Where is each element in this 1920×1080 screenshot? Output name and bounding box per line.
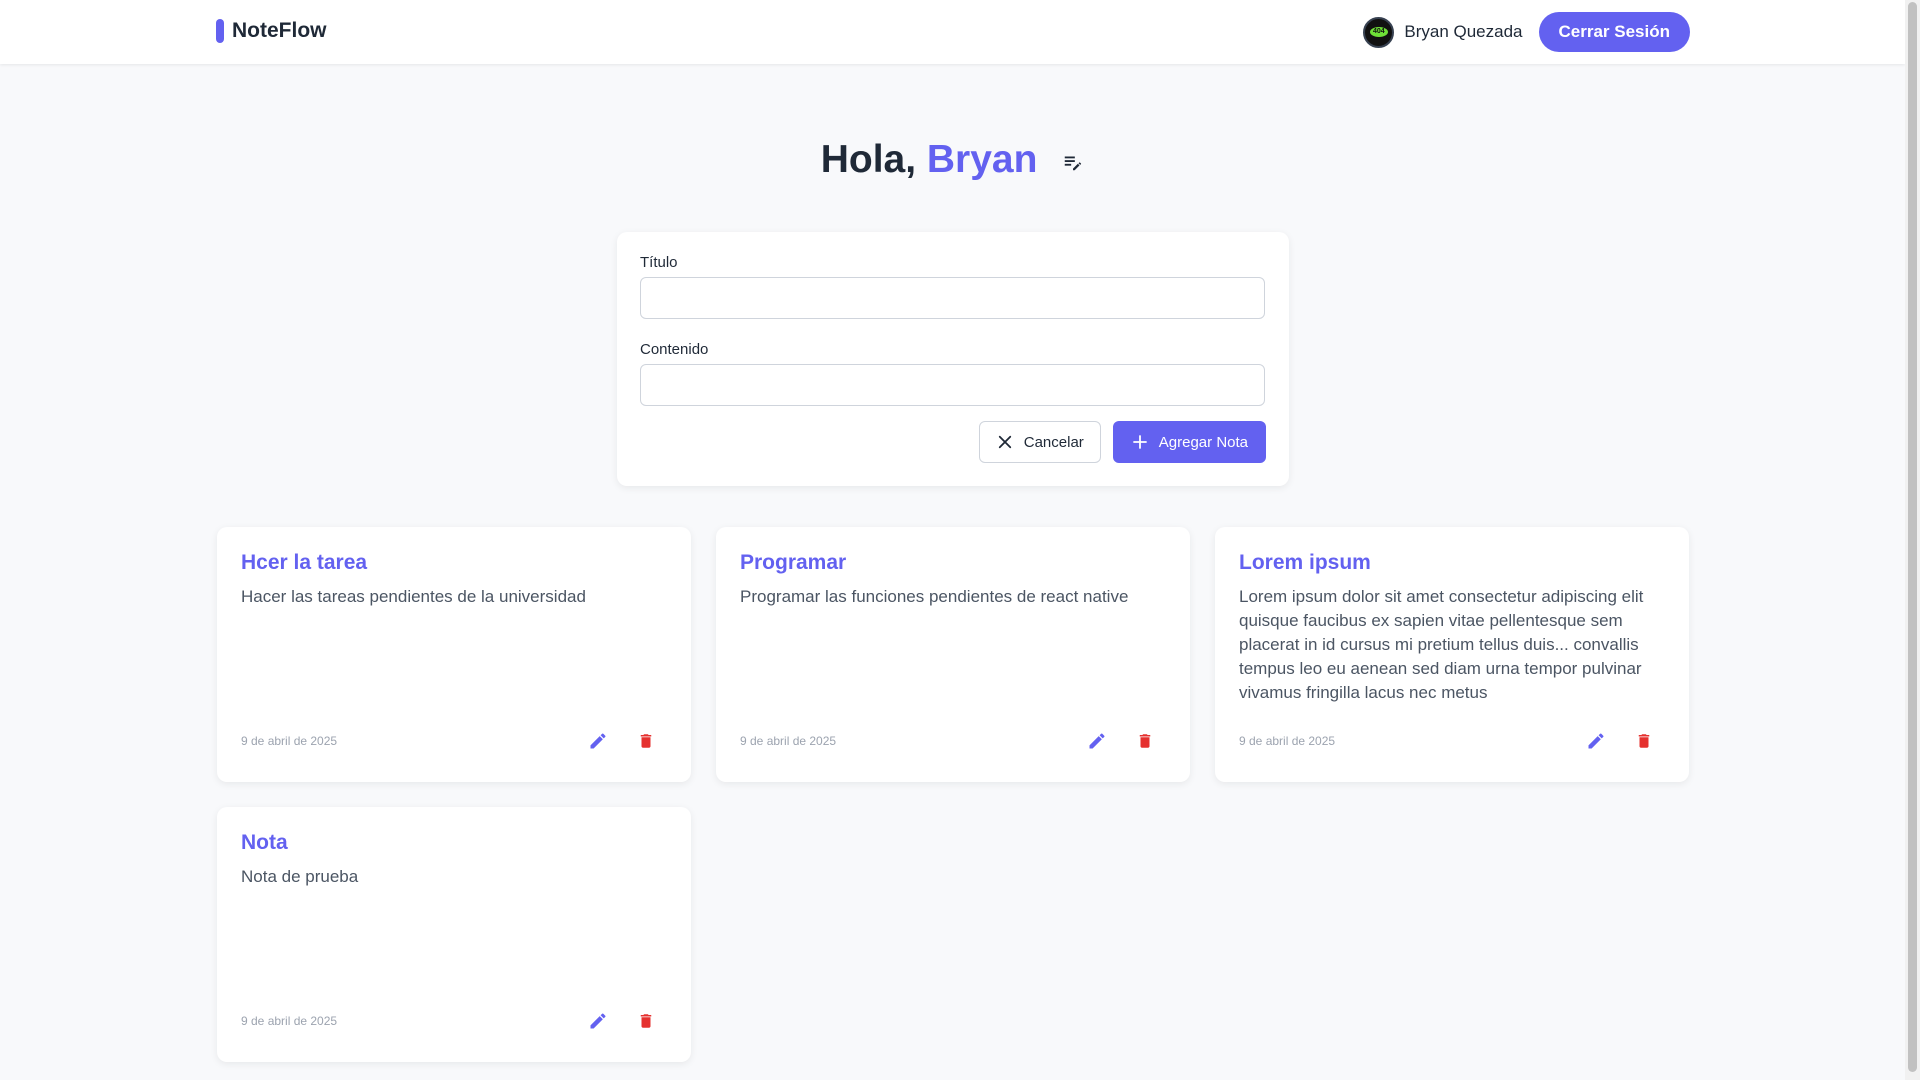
edit-note-button[interactable] — [587, 730, 609, 752]
note-title: Hcer la tarea — [241, 551, 368, 574]
scrollbar-thumb[interactable] — [1908, 2, 1917, 1072]
delete-note-button[interactable] — [1633, 730, 1655, 752]
note-actions — [587, 730, 667, 752]
brand[interactable]: NoteFlow — [216, 19, 327, 43]
note-footer: 9 de abril de 2025 — [241, 730, 667, 752]
pencil-icon — [590, 733, 606, 749]
note-content: Nota de prueba — [241, 867, 359, 886]
trash-icon — [1638, 734, 1650, 748]
trash-icon — [1139, 734, 1151, 748]
note-actions — [1086, 730, 1166, 752]
note-title: Nota — [241, 831, 288, 854]
edit-note-button[interactable] — [587, 1010, 609, 1032]
user-info: 404 Bryan Quezada — [1363, 16, 1523, 48]
note-card: Hcer la tarea Hacer las tareas pendiente… — [217, 527, 691, 782]
plus-icon — [1132, 435, 1147, 449]
note-form: Título Contenido Cancelar Agregar Nota — [617, 232, 1289, 486]
title-field-group: Título — [640, 254, 1266, 319]
note-date: 9 de abril de 2025 — [241, 1014, 338, 1028]
content-label: Contenido — [640, 341, 709, 358]
note-date: 9 de abril de 2025 — [1239, 734, 1336, 748]
note-actions — [587, 1010, 667, 1032]
avatar: 404 — [1363, 16, 1395, 48]
content-field-group: Contenido — [640, 341, 1266, 406]
delete-note-button[interactable] — [635, 730, 657, 752]
user-name: Bryan Quezada — [1404, 22, 1523, 41]
note-content: Programar las funciones pendientes de re… — [740, 587, 1129, 606]
note-card: Nota Nota de prueba 9 de abril de 2025 — [217, 807, 691, 1062]
cancel-button[interactable]: Cancelar — [978, 421, 1101, 463]
page-title: Hola, Bryan — [0, 138, 1905, 182]
note-date: 9 de abril de 2025 — [241, 734, 338, 748]
note-card: Lorem ipsum Lorem ipsum dolor sit amet c… — [1215, 527, 1689, 782]
vertical-scrollbar[interactable] — [1905, 0, 1920, 1080]
pencil-icon — [1089, 733, 1105, 749]
greeting-prefix: Hola, — [820, 138, 927, 181]
user-area: 404 Bryan Quezada Cerrar Sesión — [1363, 12, 1690, 52]
pencil-icon — [1588, 733, 1604, 749]
close-icon — [998, 435, 1011, 449]
pencil-icon — [590, 1013, 606, 1029]
delete-note-button[interactable] — [635, 1010, 657, 1032]
title-input[interactable] — [640, 277, 1265, 319]
title-label: Título — [640, 254, 678, 271]
avatar-text: 404 — [1369, 27, 1388, 37]
greeting-name: Bryan — [926, 138, 1038, 181]
trash-icon — [640, 1014, 652, 1028]
add-note-button[interactable]: Agregar Nota — [1112, 421, 1266, 463]
note-card: Programar Programar las funciones pendie… — [716, 527, 1190, 782]
note-title: Programar — [740, 551, 847, 574]
note-title: Lorem ipsum — [1239, 551, 1371, 574]
edit-note-button[interactable] — [1585, 730, 1607, 752]
note-footer: 9 de abril de 2025 — [1239, 730, 1665, 752]
note-content: Lorem ipsum dolor sit amet consectetur a… — [1239, 587, 1644, 702]
form-actions: Cancelar Agregar Nota — [978, 421, 1266, 463]
trash-icon — [640, 734, 652, 748]
cancel-label: Cancelar — [1023, 433, 1084, 451]
add-note-label: Agregar Nota — [1158, 433, 1248, 451]
logout-button[interactable]: Cerrar Sesión — [1538, 12, 1690, 52]
edit-list-icon — [1065, 156, 1082, 170]
note-actions — [1585, 730, 1665, 752]
delete-note-button[interactable] — [1134, 730, 1156, 752]
note-date: 9 de abril de 2025 — [740, 734, 837, 748]
edit-note-button[interactable] — [1086, 730, 1108, 752]
brand-logo-bar — [216, 19, 224, 43]
note-footer: 9 de abril de 2025 — [740, 730, 1166, 752]
brand-name: NoteFlow — [232, 19, 327, 42]
top-navbar: NoteFlow 404 Bryan Quezada Cerrar Sesión — [0, 0, 1905, 64]
content-input[interactable] — [640, 364, 1265, 406]
note-content: Hacer las tareas pendientes de la univer… — [241, 587, 586, 606]
note-footer: 9 de abril de 2025 — [241, 1010, 667, 1032]
notes-grid: Hcer la tarea Hacer las tareas pendiente… — [217, 527, 1689, 1062]
